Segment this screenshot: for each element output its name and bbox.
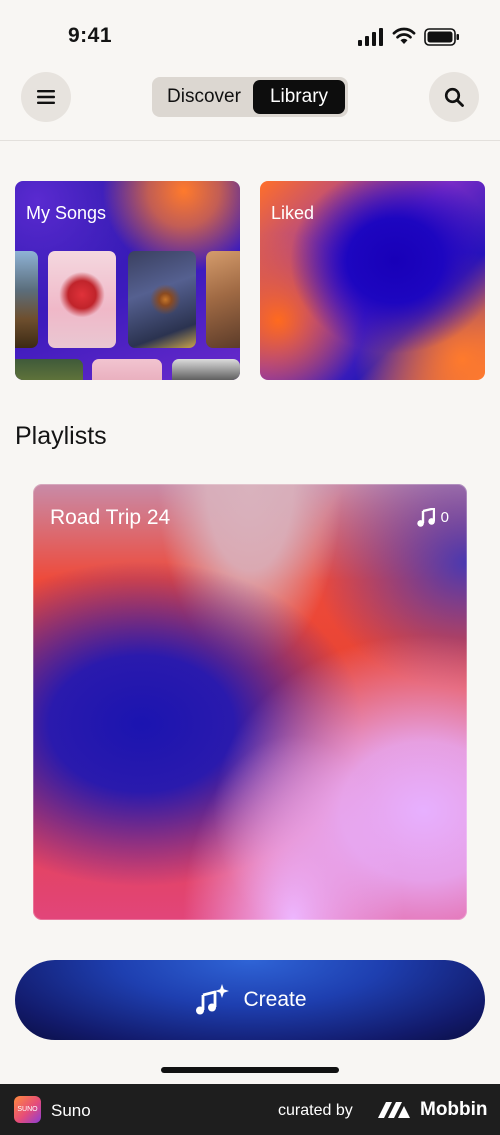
song-thumbnail-strawberry	[48, 251, 116, 348]
status-bar: 9:41	[0, 0, 500, 70]
cellular-signal-icon	[358, 28, 383, 46]
song-thumbnail-strawberry-2	[92, 359, 162, 380]
discover-library-toggle: Discover Library	[152, 77, 348, 117]
mobbin-footer: SUNO Suno curated by Mobbin	[0, 1084, 500, 1135]
playlist-count-label: 0	[440, 509, 449, 526]
playlist-name: Road Trip 24	[50, 506, 171, 529]
top-navigation: Discover Library	[0, 70, 500, 141]
mobbin-brand: Mobbin	[420, 1099, 488, 1120]
liked-title: Liked	[271, 203, 315, 223]
playlist-song-count: 0	[416, 508, 449, 527]
tab-library[interactable]: Library	[253, 80, 345, 114]
mobbin-logo-icon	[378, 1102, 410, 1118]
hamburger-menu-icon	[37, 90, 55, 104]
create-label: Create	[243, 988, 307, 1011]
search-button[interactable]	[429, 72, 479, 122]
curated-by-label: curated by	[278, 1102, 353, 1119]
song-thumbnail-portrait	[206, 251, 240, 348]
song-thumbnail-landscape	[15, 359, 83, 380]
wifi-icon	[392, 27, 416, 44]
song-thumbnail-mountain	[15, 251, 38, 348]
my-songs-title: My Songs	[26, 203, 107, 223]
music-sparkle-icon	[196, 984, 230, 1015]
music-note-icon	[416, 508, 435, 527]
liked-card[interactable]: Liked	[260, 181, 485, 380]
search-icon	[444, 87, 464, 107]
status-time: 9:41	[68, 24, 113, 47]
my-songs-card[interactable]: My Songs	[15, 181, 240, 380]
battery-icon	[424, 28, 459, 46]
menu-button[interactable]	[21, 72, 71, 122]
playlists-heading: Playlists	[15, 422, 107, 450]
playlist-card[interactable]: Road Trip 24 0	[33, 484, 467, 920]
song-thumbnail-eye	[128, 251, 196, 348]
home-indicator	[161, 1067, 339, 1073]
app-name: Suno	[51, 1101, 91, 1120]
song-thumbnail-dark	[172, 359, 240, 380]
tab-discover[interactable]: Discover	[156, 80, 252, 114]
suno-app-icon: SUNO	[14, 1096, 41, 1123]
create-button[interactable]: Create	[15, 960, 485, 1040]
